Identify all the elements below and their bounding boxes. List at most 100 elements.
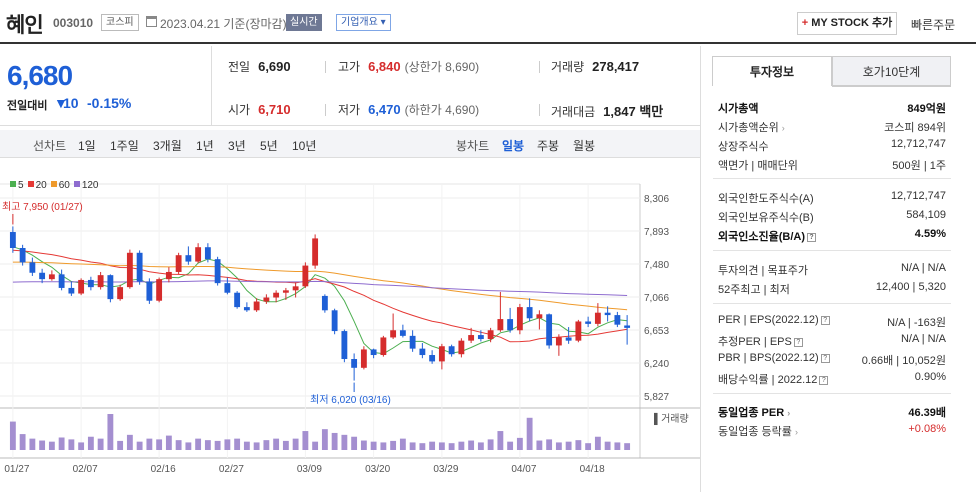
target-label: 목표주가 [767,265,808,277]
tab-10year[interactable]: 10년 [292,137,316,154]
help-icon[interactable]: ? [807,232,816,242]
foreign-rate-label: 외국인소진율(B/A) [718,231,805,243]
candle-body [399,330,406,336]
quick-order-link[interactable]: 빠른주문 [911,16,955,33]
prev-close-label: 전일 [228,60,251,74]
market-cap-rank-value: 코스피 894위 [884,122,946,134]
candle-body [292,286,299,291]
investment-info-panel: 투자정보 호가10단계 시가총액 849억원 시가총액순위 › 코스피 894위… [700,46,962,492]
candle-body [302,265,309,287]
tab-3year[interactable]: 3년 [228,137,246,154]
tab-weekly[interactable]: 주봉 [537,137,559,154]
divider [539,104,540,116]
high-stat: 고가 6,840 (상한가 8,690) [338,58,479,75]
volume-bar [331,432,338,450]
candle-body [117,287,124,300]
help-icon[interactable]: ? [820,315,830,325]
max-price-label: 최고 7,950 (01/27) [2,201,83,213]
dividend-row: 배당수익률 | 2022.12? 0.90% [718,371,946,386]
tab-daily[interactable]: 일봉 [502,137,524,154]
low-label: 저가 [338,103,361,117]
candle-body [507,319,514,331]
candle-body [273,292,280,298]
volume-label: 거래량 [551,60,585,74]
chevron-right-icon[interactable]: › [782,123,785,133]
tab-1week[interactable]: 1주일 [110,137,139,154]
volume-bar [19,434,26,450]
volume-bar [156,439,163,450]
help-icon[interactable]: ? [819,375,829,385]
candle-body [97,275,104,288]
lower-limit: (하한가 4,690) [404,103,480,117]
ma-line-120 [12,280,628,296]
high-label: 고가 [338,60,361,74]
volume-bar [575,440,582,450]
y-tick-label: 7,066 [644,293,669,304]
per-value: N/A [887,317,905,329]
volume-bar [146,438,153,450]
week52-low-value: 5,320 [918,281,946,293]
candle-body [536,314,543,319]
volume-bar [136,441,143,450]
foreign-limit-value: 12,712,747 [890,190,946,202]
min-price-label: 최저 6,020 (03/16) [310,394,391,406]
industry-change-row: 동일업종 등락률 › +0.08% [718,421,946,439]
legend-swatch [10,181,16,187]
tab-order-book[interactable]: 호가10단계 [832,56,951,86]
candle-body [282,290,289,293]
candle-body [175,255,182,272]
candle-body [390,330,397,338]
chevron-right-icon[interactable]: › [787,408,790,418]
quote-date: 2023.04.21 기준(장마감) [160,17,287,31]
foreign-limit-row: 외국인한도주식수(A) 12,712,747 [718,188,946,206]
open-stat: 시가 6,710 [228,101,291,118]
market-cap-label: 시가총액 [718,103,759,115]
add-my-stock-button[interactable]: + MY STOCK 추가 [797,12,897,35]
legend-swatch [50,181,57,187]
candle-body [468,335,475,341]
current-price: 6,680 [7,60,73,91]
company-overview-dropdown[interactable]: 기업개요 ▾ [336,14,391,31]
prev-close-value: 6,690 [258,59,291,74]
candle-body [68,287,75,294]
par-row: 액면가 | 매매단위 500원 | 1주 [718,160,946,172]
help-icon[interactable]: ? [793,337,803,347]
realtime-button[interactable]: 실시간 [286,14,322,31]
help-icon[interactable]: ? [820,353,830,363]
stock-header: 혜인 003010 코스피 2023.04.21 기준(장마감) 실시간 기업개… [0,0,976,44]
volume-bar [68,439,75,450]
foreign-hold-row: 외국인보유주식수(B) 584,109 [718,207,946,225]
amount-label: 거래대금 [551,105,596,119]
volume-bar [48,441,55,450]
tab-investment-info[interactable]: 투자정보 [712,56,832,86]
chevron-right-icon[interactable]: › [795,427,798,437]
candle-body [555,337,562,346]
tab-monthly[interactable]: 월봉 [573,137,595,154]
dividend-date: 2022.12 [777,374,818,386]
dividend-label: 배당수익률 [718,374,769,386]
est-per-label: 추정PER [718,336,761,348]
legend-label: 5 [18,180,24,191]
volume-bar [370,441,377,450]
plus-icon: + [801,17,809,29]
chart-period-tabs: 선차트 1일 1주일 3개월 1년 3년 5년 10년 봉차트 일봉 주봉 월봉 [0,130,700,158]
tab-candle-chart[interactable]: 봉차트 [456,137,489,154]
tab-1year[interactable]: 1년 [196,137,214,154]
change-amount: 10 [63,95,79,111]
tab-5year[interactable]: 5년 [260,137,278,154]
volume-bar [243,441,250,450]
est-per-value: N/A [900,333,919,345]
tab-line-chart[interactable]: 선차트 [33,137,66,154]
open-label: 시가 [228,103,251,117]
stock-chart[interactable]: 5 20 60 120 8,306 7,893 7,480 7,066 6,653 6,240 5… [0,166,700,492]
candle-body [477,335,484,340]
candle-body [126,252,133,288]
est-eps-label: EPS [769,336,792,348]
opinion-row: 투자의견 | 목표주가 N/A | N/A [718,262,946,277]
candlestick-chart[interactable]: 8,306 7,893 7,480 7,066 6,653 6,240 5,827 01/27… [0,166,700,492]
tab-3month[interactable]: 3개월 [153,137,182,154]
week52-high-label: 52주최고 [718,284,761,296]
tab-1day[interactable]: 1일 [78,137,96,154]
stock-code: 003010 [53,16,94,30]
volume-bar [399,438,406,450]
